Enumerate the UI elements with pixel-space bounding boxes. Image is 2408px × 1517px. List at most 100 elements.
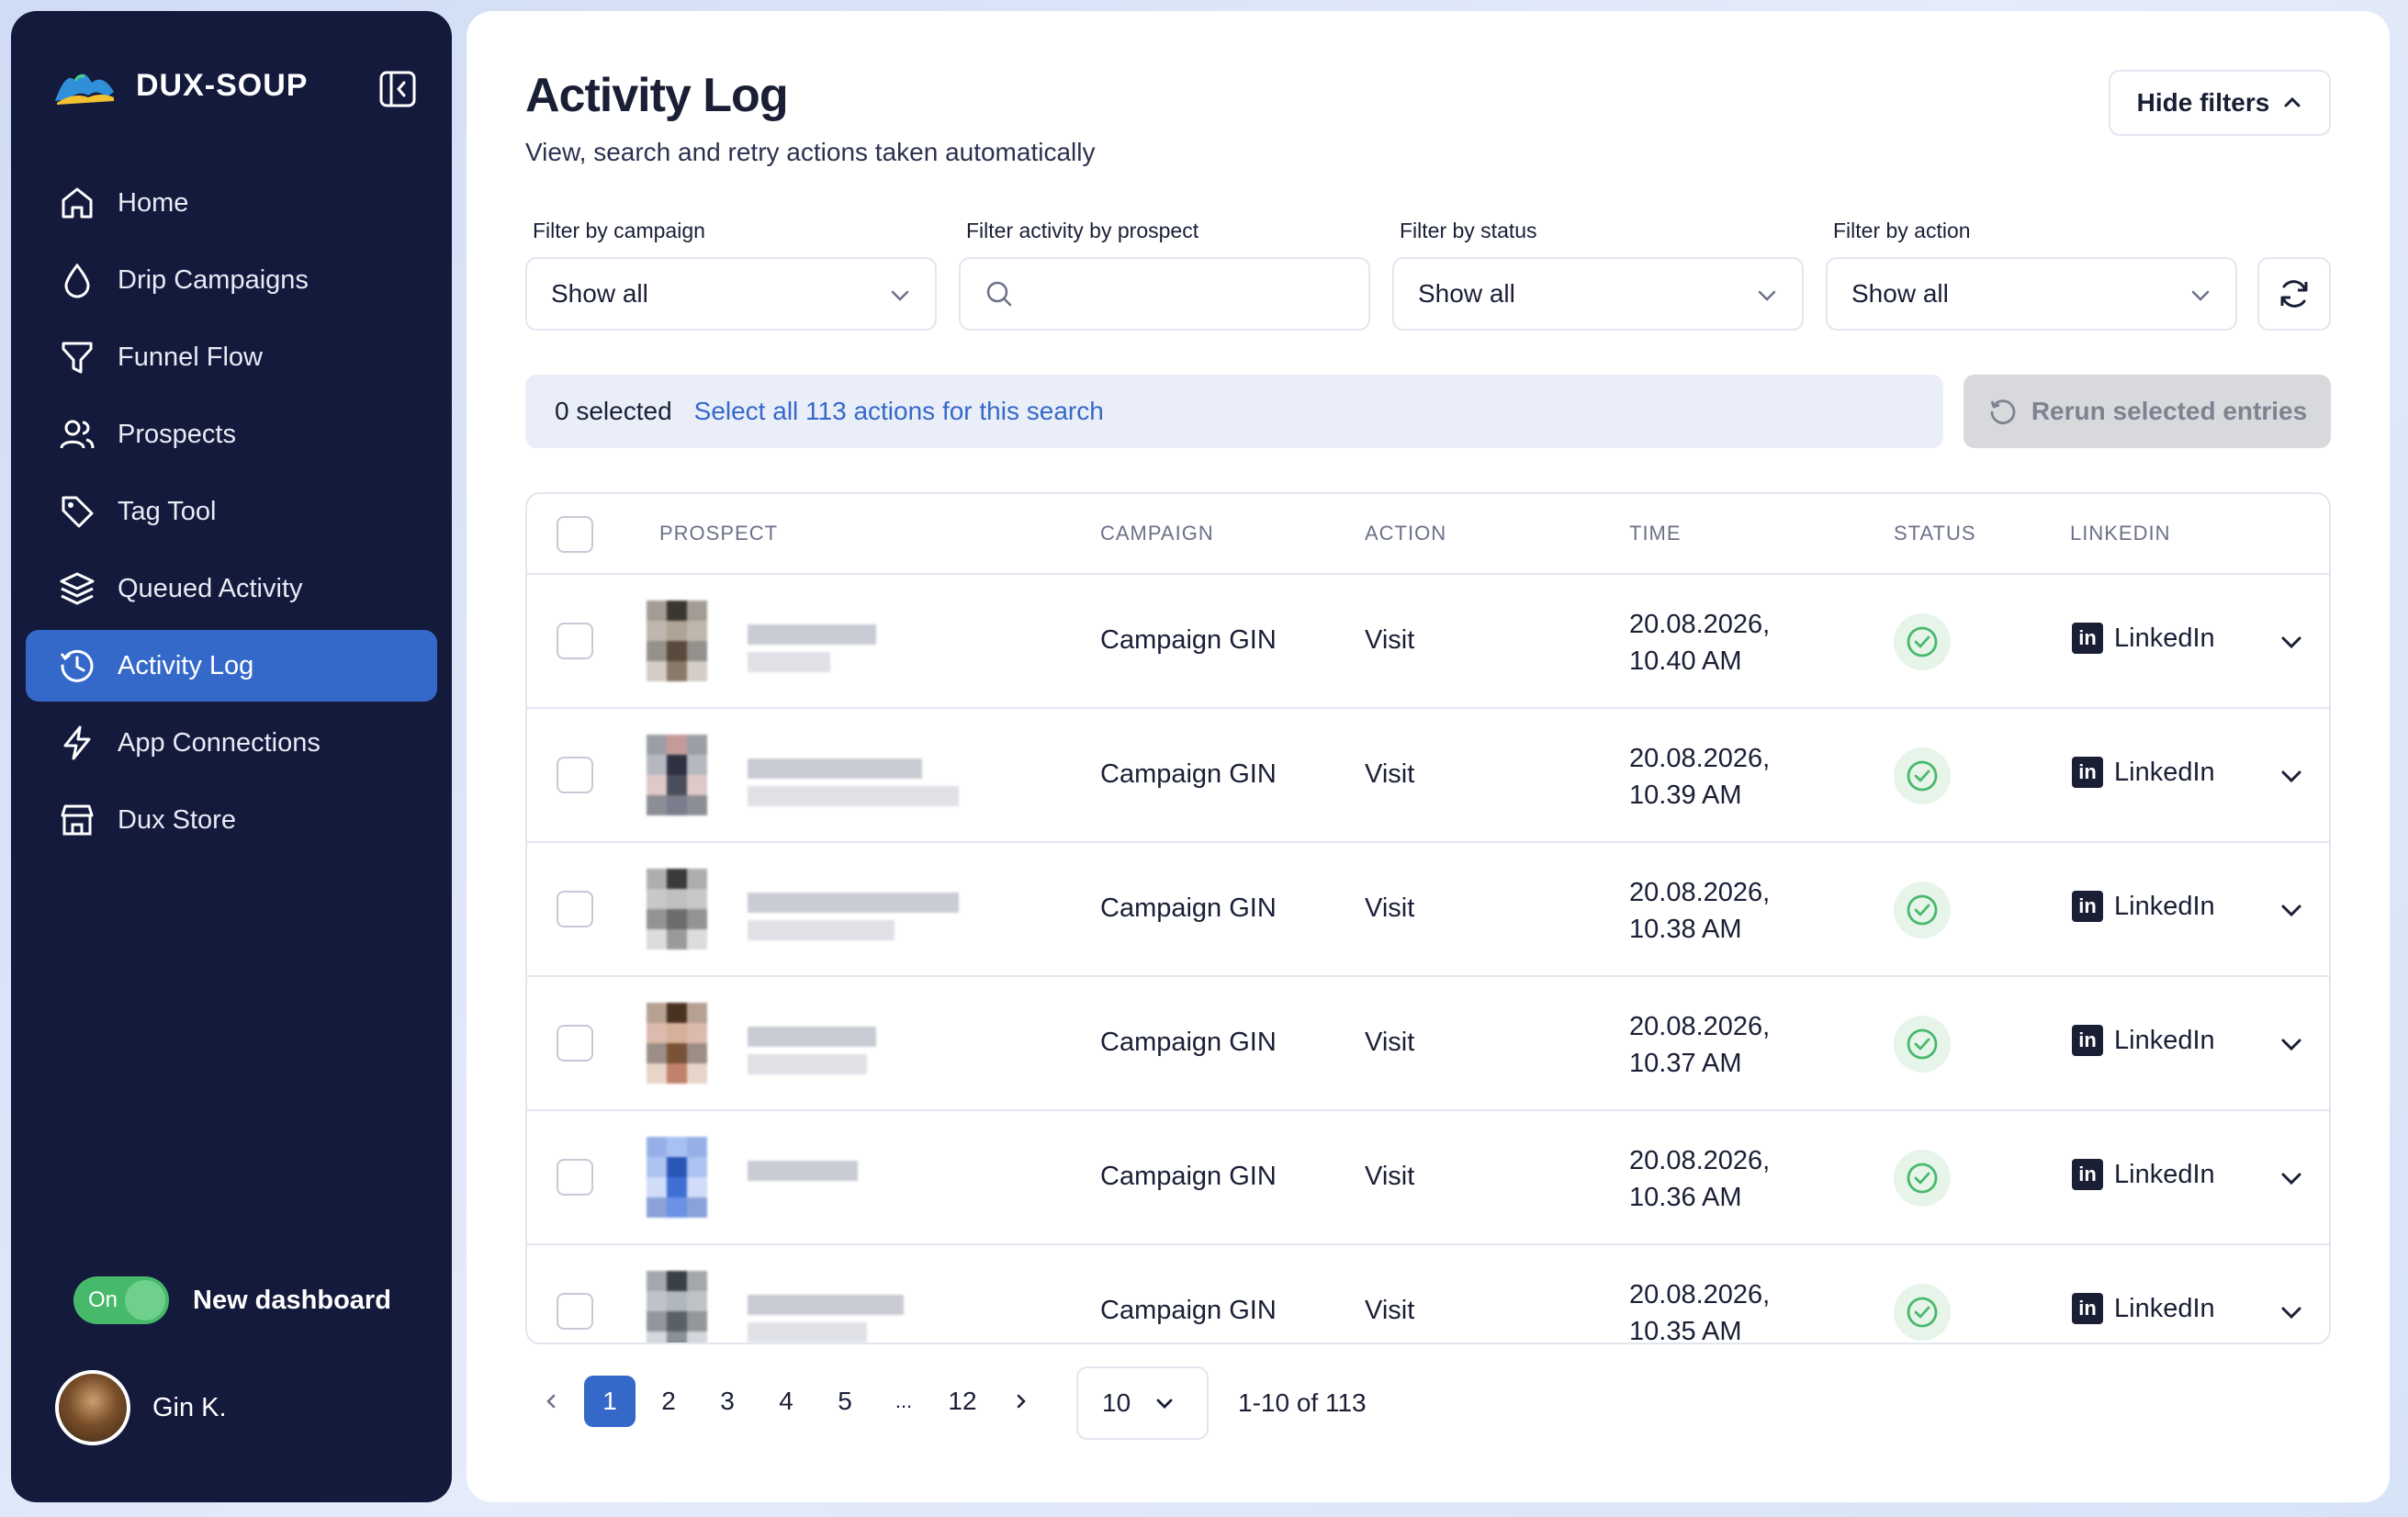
status-filter-value: Show all: [1418, 279, 1515, 308]
row-checkbox[interactable]: [557, 623, 593, 659]
avatar-pixel: [647, 661, 667, 681]
layers-icon: [57, 568, 97, 609]
chevron-down-icon: [1156, 1399, 1173, 1409]
table-row[interactable]: Campaign GIN Visit 20.08.2026, 10.37 AM in Li…: [527, 977, 2329, 1111]
row-checkbox[interactable]: [557, 1025, 593, 1062]
avatar-pixel: [687, 1003, 707, 1023]
expand-row-icon[interactable]: [2278, 1164, 2305, 1192]
status-success-icon: [1894, 747, 1951, 804]
sidebar-item-tag-tool[interactable]: Tag Tool: [26, 476, 437, 547]
avatar-pixel: [687, 621, 707, 641]
row-checkbox[interactable]: [557, 1159, 593, 1196]
page-button-1[interactable]: 1: [584, 1376, 636, 1427]
avatar-pixel: [687, 1332, 707, 1343]
select-all-link[interactable]: Select all 113 actions for this search: [694, 397, 1104, 426]
prospect-redacted: [647, 863, 1041, 955]
funnel-icon: [57, 337, 97, 377]
sidebar-item-label: Home: [118, 187, 189, 218]
rerun-selected-button[interactable]: Rerun selected entries: [1964, 375, 2331, 448]
next-page-button[interactable]: [996, 1376, 1047, 1427]
time-date: 20.08.2026,: [1629, 878, 1771, 907]
name-pixel-bar: [748, 1054, 867, 1074]
sidebar-item-funnel-flow[interactable]: Funnel Flow: [26, 321, 437, 393]
expand-row-icon[interactable]: [2278, 762, 2305, 790]
row-checkbox[interactable]: [557, 1293, 593, 1330]
prev-page-button[interactable]: [525, 1376, 577, 1427]
table-row[interactable]: Campaign GIN Visit 20.08.2026, 10.39 AM in Li…: [527, 709, 2329, 843]
avatar-pixel: [647, 1157, 667, 1177]
sidebar-item-drip-campaigns[interactable]: Drip Campaigns: [26, 244, 437, 316]
per-page-select[interactable]: 10: [1076, 1366, 1209, 1440]
campaign-cell: Campaign GIN: [1100, 759, 1277, 789]
expand-row-icon[interactable]: [2278, 1298, 2305, 1326]
status-success-icon: [1894, 1016, 1951, 1073]
avatar-pixel: [667, 869, 687, 889]
avatar-pixel: [647, 1137, 667, 1157]
sidebar-item-app-connections[interactable]: App Connections: [26, 707, 437, 779]
avatar-pixel: [667, 775, 687, 795]
linkedin-link[interactable]: in LinkedIn: [2072, 1293, 2215, 1324]
page-ellipsis: ...: [895, 1389, 913, 1412]
linkedin-link[interactable]: in LinkedIn: [2072, 757, 2215, 788]
brand[interactable]: DUX-SOUP: [51, 64, 308, 107]
campaign-filter-select[interactable]: Show all: [525, 257, 937, 331]
select-all-checkbox[interactable]: [557, 516, 593, 553]
sidebar-item-activity-log[interactable]: Activity Log: [26, 630, 437, 702]
time-date: 20.08.2026,: [1629, 610, 1771, 639]
sidebar-item-home[interactable]: Home: [26, 167, 437, 239]
table-row[interactable]: Campaign GIN Visit 20.08.2026, 10.35 AM in Li…: [527, 1245, 2329, 1343]
linkedin-link[interactable]: in LinkedIn: [2072, 1159, 2215, 1190]
avatar-pixel: [647, 909, 667, 929]
avatar-pixel: [647, 869, 667, 889]
new-dashboard-toggle-row: On New dashboard: [73, 1276, 391, 1324]
avatar-pixel: [667, 795, 687, 815]
action-filter-select[interactable]: Show all: [1826, 257, 2237, 331]
avatar-pixel: [647, 929, 667, 950]
linkedin-link[interactable]: in LinkedIn: [2072, 623, 2215, 654]
linkedin-icon: in: [2072, 757, 2103, 788]
sidebar-item-label: Funnel Flow: [118, 342, 263, 372]
prospect-search-input[interactable]: [959, 257, 1370, 331]
sidebar-item-label: Dux Store: [118, 804, 236, 835]
campaign-cell: Campaign GIN: [1100, 1028, 1277, 1057]
campaign-cell: Campaign GIN: [1100, 1162, 1277, 1191]
page-button-3[interactable]: 3: [702, 1376, 753, 1427]
expand-row-icon[interactable]: [2278, 628, 2305, 656]
user-profile[interactable]: Gin K.: [55, 1370, 227, 1445]
status-filter-select[interactable]: Show all: [1392, 257, 1804, 331]
linkedin-link[interactable]: in LinkedIn: [2072, 891, 2215, 922]
linkedin-link[interactable]: in LinkedIn: [2072, 1025, 2215, 1056]
row-checkbox[interactable]: [557, 757, 593, 793]
expand-row-icon[interactable]: [2278, 896, 2305, 924]
sidebar-item-queued-activity[interactable]: Queued Activity: [26, 553, 437, 624]
avatar-pixel: [667, 1043, 687, 1063]
page-button-12[interactable]: 12: [937, 1376, 988, 1427]
expand-row-icon[interactable]: [2278, 1030, 2305, 1058]
avatar-pixel: [647, 775, 667, 795]
refresh-button[interactable]: [2257, 257, 2331, 331]
status-filter-label: Filter by status: [1400, 219, 1537, 242]
sidebar-item-prospects[interactable]: Prospects: [26, 399, 437, 470]
avatar-pixel: [667, 601, 687, 621]
avatar-pixel: [687, 909, 707, 929]
page-button-2[interactable]: 2: [643, 1376, 694, 1427]
page-button-5[interactable]: 5: [819, 1376, 871, 1427]
row-checkbox[interactable]: [557, 891, 593, 927]
page-button-4[interactable]: 4: [760, 1376, 812, 1427]
time-cell: 20.08.2026, 10.39 AM: [1629, 740, 1770, 814]
sidebar-item-dux-store[interactable]: Dux Store: [26, 784, 437, 856]
status-success-icon: [1894, 613, 1951, 670]
collapse-sidebar-icon[interactable]: [378, 70, 417, 108]
new-dashboard-toggle[interactable]: On: [73, 1276, 169, 1324]
table-row[interactable]: Campaign GIN Visit 20.08.2026, 10.40 AM in Li…: [527, 575, 2329, 709]
column-header-action: ACTION: [1365, 522, 1447, 545]
time-date: 20.08.2026,: [1629, 1280, 1771, 1309]
action-cell: Visit: [1365, 625, 1415, 655]
avatar-pixel: [667, 909, 687, 929]
column-header-prospect: PROSPECT: [659, 522, 779, 545]
table-row[interactable]: Campaign GIN Visit 20.08.2026, 10.36 AM in Li…: [527, 1111, 2329, 1245]
avatar-pixel: [647, 1311, 667, 1332]
user-name: Gin K.: [152, 1392, 227, 1422]
table-row[interactable]: Campaign GIN Visit 20.08.2026, 10.38 AM in Li…: [527, 843, 2329, 977]
hide-filters-button[interactable]: Hide filters: [2109, 70, 2331, 136]
